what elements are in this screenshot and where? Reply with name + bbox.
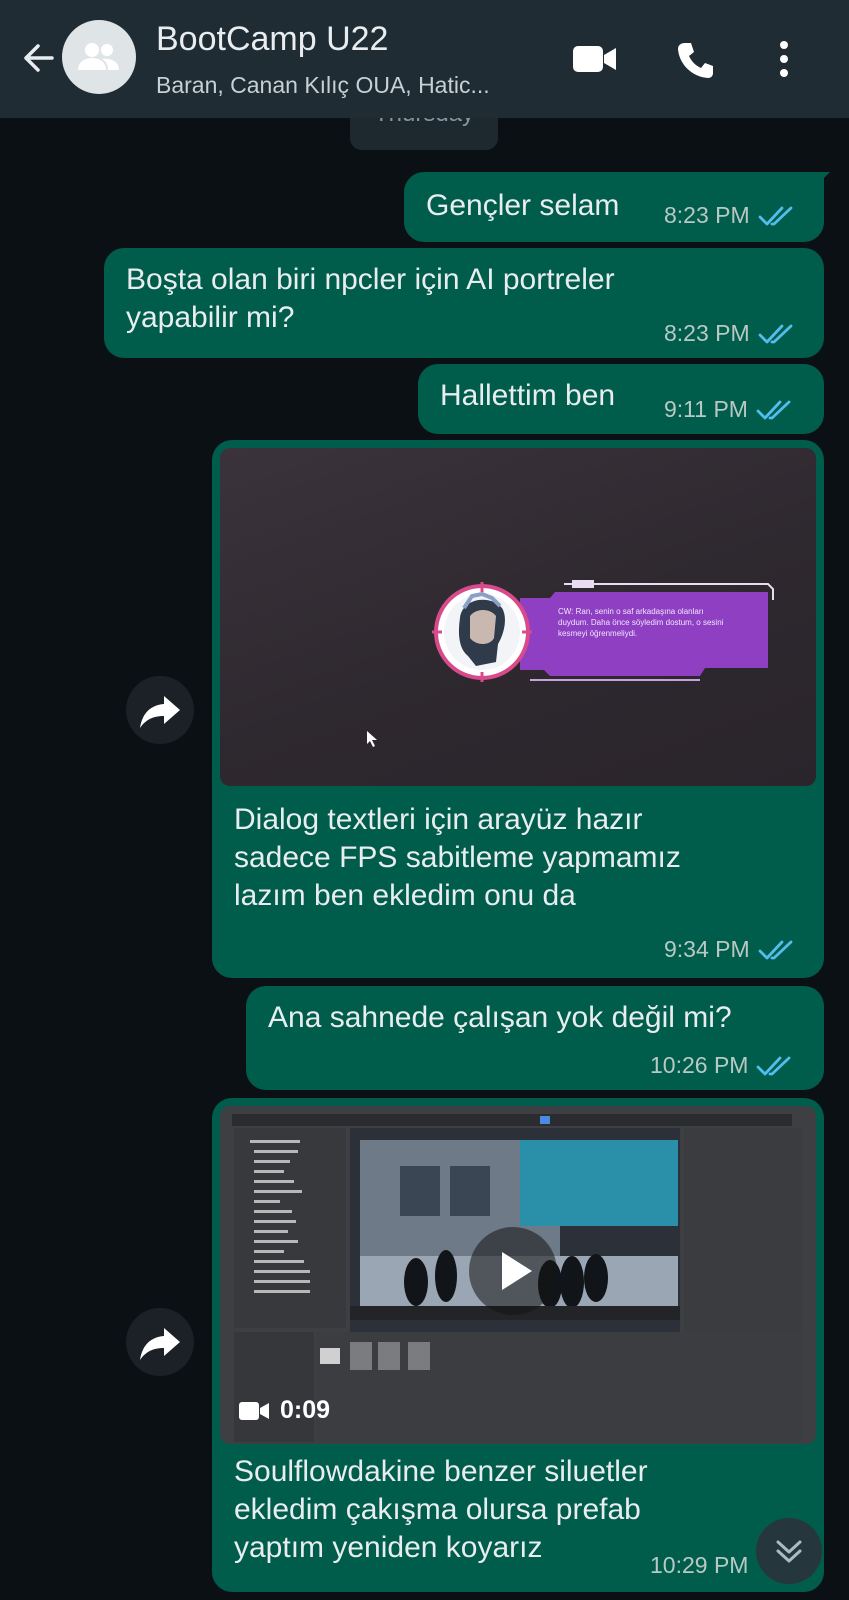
dialog-caption: CW: Ran, senin o saf arkadaşına olanları… — [558, 606, 758, 639]
video-duration: 0:09 — [280, 1396, 331, 1424]
chat-title-2[interactable]: BootCamp U22 — [156, 20, 388, 59]
forward-button[interactable] — [126, 676, 194, 744]
message-meta: 8:23 PM — [664, 320, 794, 347]
dialog-caption-line: kesmeyi öğrenmeliydi. — [558, 629, 638, 638]
date-separator-visible: Thursday — [350, 118, 498, 150]
message-meta: 8:23 PM — [664, 202, 794, 229]
message-bubble[interactable]: Ana sahnede çalışan yok değil mi? 10:26 … — [246, 986, 824, 1090]
header-overlay: BootCamp U22 Baran, Canan Kılıç OUA, Hat… — [0, 0, 849, 118]
message-meta: 10:26 PM — [650, 1052, 792, 1079]
forward-icon — [140, 696, 180, 728]
play-icon[interactable] — [468, 1226, 558, 1316]
forward-icon — [140, 1328, 180, 1360]
message-text: Gençler selam — [426, 189, 620, 222]
chevron-double-down-icon — [776, 1540, 802, 1563]
message-text-line: yaptım yeniden koyarız — [234, 1531, 543, 1564]
double-check-icon — [758, 940, 793, 959]
message-text-line: yapabilir mi? — [126, 301, 295, 334]
chat-participants-2[interactable]: Baran, Canan Kılıç OUA, Hatic... — [156, 72, 490, 99]
message-time: 9:11 PM — [664, 396, 748, 422]
message-meta: 9:11 PM — [664, 396, 792, 423]
message-time: 10:29 PM — [650, 1552, 749, 1578]
double-check-icon — [758, 206, 793, 225]
double-check-icon — [757, 1056, 791, 1075]
group-avatar-2[interactable] — [62, 20, 136, 94]
double-check-icon — [758, 324, 793, 343]
dialog-caption-line: CW: Ran, senin o saf arkadaşına olanları — [558, 607, 704, 616]
video-call-icon-2[interactable] — [572, 44, 618, 74]
video-thumbnail[interactable]: 0:09 — [220, 1106, 816, 1444]
voice-call-icon-2[interactable] — [676, 40, 716, 80]
message-bubble[interactable]: Hallettim ben 9:11 PM — [418, 364, 824, 434]
message-text-line: ekledim çakışma olursa prefab — [234, 1493, 641, 1526]
message-text-line: Soulflowdakine benzer siluetler — [234, 1455, 648, 1488]
message-time: 8:23 PM — [664, 320, 750, 346]
back-arrow-icon-2[interactable] — [16, 38, 56, 78]
message-meta: 9:34 PM — [664, 936, 794, 963]
message-meta: 10:29 PM — [650, 1552, 748, 1579]
message-text: Hallettim ben — [440, 379, 616, 412]
image-message-bubble[interactable]: CW: Ran, senin o saf arkadaşına olanları… — [212, 440, 824, 978]
message-bubble[interactable]: Boşta olan biri npcler için AI portreler… — [104, 248, 824, 358]
video-camera-icon — [239, 1402, 269, 1420]
message-text-line: Dialog textleri için arayüz hazır — [234, 803, 643, 836]
message-bubble[interactable]: Gençler selam 8:23 PM — [404, 172, 824, 242]
image-preview[interactable]: CW: Ran, senin o saf arkadaşına olanları… — [220, 448, 816, 786]
cursor-icon — [367, 731, 377, 747]
video-message-bubble[interactable]: 0:09 Soulflowdakine benzer siluetler ekl… — [212, 1098, 824, 1592]
double-check-icon — [756, 400, 791, 419]
dialog-caption-line: duydum. Daha önce söyledim dostum, o ses… — [558, 618, 724, 627]
message-text-line: lazım ben ekledim onu da — [234, 879, 576, 912]
date-label-visible: Thursday — [374, 118, 474, 127]
scroll-to-bottom-button[interactable] — [756, 1518, 822, 1584]
group-icon-2 — [78, 43, 119, 70]
message-time: 8:23 PM — [664, 202, 750, 228]
message-time: 9:34 PM — [664, 936, 750, 962]
message-text-line: sadece FPS sabitleme yapmamız — [234, 841, 681, 874]
forward-button[interactable] — [126, 1308, 194, 1376]
more-options-icon-2[interactable] — [776, 40, 792, 80]
message-text: Ana sahnede çalışan yok değil mi? — [268, 1001, 732, 1034]
message-text-line: Boşta olan biri npcler için AI portreler — [126, 263, 615, 296]
bubble-tail — [812, 172, 830, 190]
message-time: 10:26 PM — [650, 1052, 749, 1078]
